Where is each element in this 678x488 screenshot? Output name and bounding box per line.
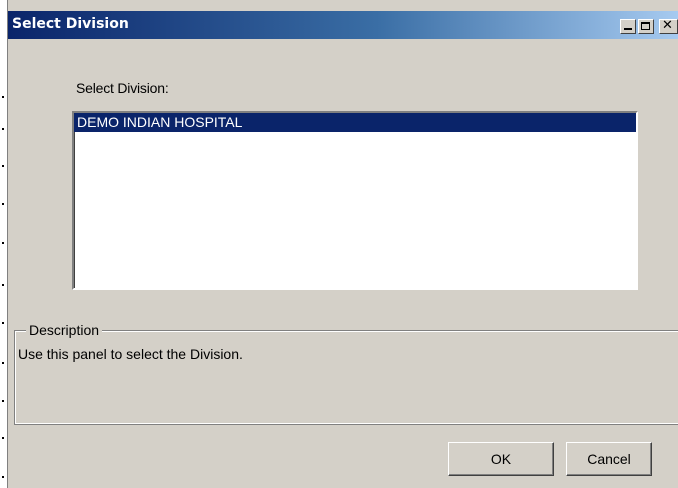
description-groupbox — [14, 330, 678, 425]
minimize-button[interactable] — [620, 19, 636, 34]
title-bar[interactable]: Select Division ✕ — [8, 11, 678, 39]
list-item[interactable]: DEMO INDIAN HOSPITAL — [74, 113, 636, 132]
description-text: Use this panel to select the Division. — [18, 346, 243, 362]
close-icon: ✕ — [662, 18, 673, 33]
maximize-button[interactable] — [638, 19, 654, 34]
edge-marker — [2, 165, 4, 167]
close-button[interactable]: ✕ — [659, 19, 678, 34]
edge-marker — [2, 400, 4, 402]
window-title: Select Division — [12, 16, 129, 32]
ok-button[interactable]: OK — [448, 442, 554, 476]
edge-marker — [2, 242, 4, 244]
edge-marker — [2, 128, 4, 130]
edge-marker — [2, 322, 4, 324]
division-listbox[interactable]: DEMO INDIAN HOSPITAL — [72, 111, 638, 290]
minimize-icon — [624, 28, 632, 30]
edge-marker — [2, 284, 4, 286]
list-item-label: DEMO INDIAN HOSPITAL — [77, 114, 243, 130]
description-legend: Description — [26, 322, 103, 338]
window-left-edge — [0, 0, 8, 488]
select-division-label: Select Division: — [76, 80, 169, 96]
cancel-button[interactable]: Cancel — [566, 442, 652, 476]
edge-marker — [2, 362, 4, 364]
edge-marker — [2, 437, 4, 439]
maximize-icon — [641, 22, 650, 30]
edge-marker — [2, 96, 4, 98]
edge-marker — [2, 203, 4, 205]
select-division-dialog: Select Division ✕ Select Division: DEMO … — [0, 0, 678, 488]
edge-marker — [2, 476, 4, 478]
